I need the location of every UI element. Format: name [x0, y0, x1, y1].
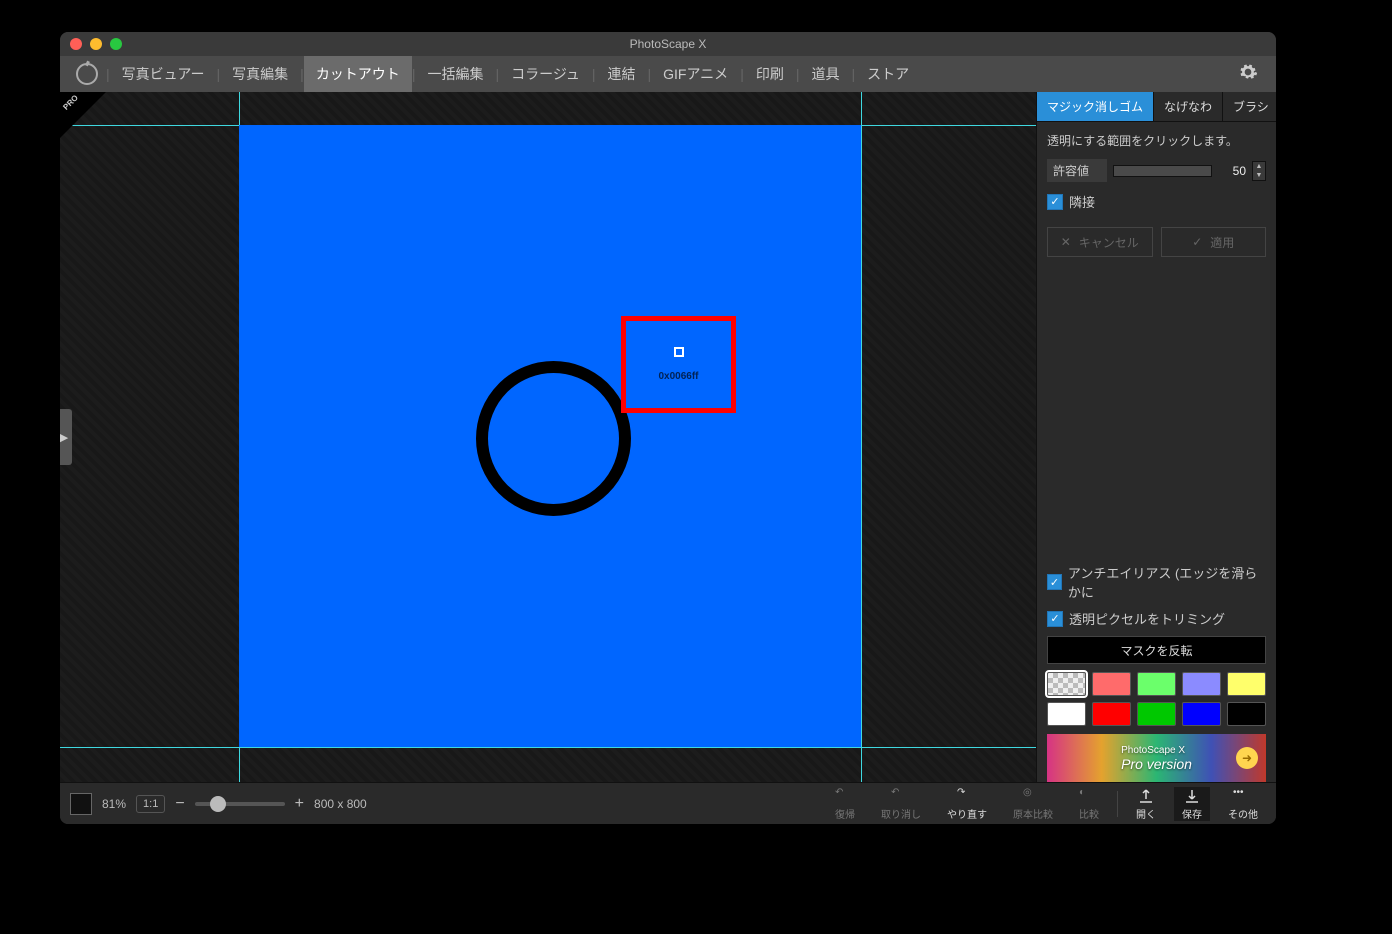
tab-collage[interactable]: コラージュ [499, 56, 592, 92]
swatch-yellow[interactable] [1227, 672, 1266, 696]
undo-button[interactable]: ↶取り消し [873, 787, 929, 821]
zoom-in-button[interactable]: + [295, 795, 304, 813]
apply-button[interactable]: ✓ 適用 [1161, 227, 1267, 257]
tab-editor[interactable]: 写真編集 [220, 56, 300, 92]
zoom-slider[interactable] [195, 802, 285, 806]
open-button[interactable]: 開く [1128, 787, 1164, 821]
zoom-percentage: 81% [102, 797, 126, 811]
antialias-label: アンチエイリアス (エッジを滑らかに [1068, 563, 1266, 601]
download-icon [1182, 787, 1202, 805]
tooltab-brush[interactable]: ブラシ [1223, 92, 1276, 121]
bottom-bar: 81% 1:1 − + 800 x 800 ↶復帰 ↶取り消し ↷やり直す ◎原… [60, 782, 1276, 824]
adjacent-row[interactable]: ✓ 隣接 [1047, 192, 1266, 211]
save-button[interactable]: 保存 [1174, 787, 1210, 821]
compare-original-button[interactable]: ◎原本比較 [1005, 787, 1061, 821]
bg-preview-icon[interactable] [70, 793, 92, 815]
tab-gif[interactable]: GIFアニメ [651, 56, 740, 92]
swatch-white[interactable] [1047, 702, 1086, 726]
app-logo-icon[interactable] [76, 63, 98, 85]
tab-tools[interactable]: 道具 [799, 56, 851, 92]
trim-label: 透明ピクセルをトリミング [1069, 609, 1225, 628]
tab-viewer[interactable]: 写真ビュアー [110, 56, 217, 92]
tolerance-stepper[interactable]: ▲▼ [1252, 161, 1266, 181]
window-title: PhotoScape X [630, 37, 707, 51]
invert-mask-button[interactable]: マスクを反転 [1047, 636, 1266, 664]
adjacent-label: 隣接 [1069, 192, 1095, 211]
color-picker-preview: 0x0066ff [621, 316, 736, 413]
upload-icon [1136, 787, 1156, 805]
tooltab-lasso[interactable]: なげなわ [1154, 92, 1223, 121]
trim-row[interactable]: ✓ 透明ピクセルをトリミング [1047, 609, 1266, 628]
swatch-lightgreen[interactable] [1137, 672, 1176, 696]
image-dimensions: 800 x 800 [314, 797, 367, 811]
titlebar: PhotoScape X [60, 32, 1276, 56]
tab-print[interactable]: 印刷 [744, 56, 796, 92]
picker-color-code: 0x0066ff [658, 371, 698, 382]
tooltab-magic-eraser[interactable]: マジック消しゴム [1037, 92, 1154, 121]
right-panel: マジック消しゴム なげなわ ブラシ 透明にする範囲をクリックします。 許容値 5… [1036, 92, 1276, 782]
sidebar-expand-button[interactable]: ▶ [60, 409, 72, 465]
swatch-red[interactable] [1092, 702, 1131, 726]
tool-tabs: マジック消しゴム なげなわ ブラシ [1037, 92, 1276, 122]
canvas-image[interactable]: 0x0066ff [239, 125, 861, 747]
zoom-11-button[interactable]: 1:1 [136, 795, 165, 813]
swatch-green[interactable] [1137, 702, 1176, 726]
swatch-blue[interactable] [1182, 702, 1221, 726]
gear-icon [1238, 62, 1258, 82]
cancel-button[interactable]: ✕ キャンセル [1047, 227, 1153, 257]
swatch-transparent[interactable] [1047, 672, 1086, 696]
tolerance-slider[interactable] [1113, 165, 1212, 177]
settings-button[interactable] [1228, 62, 1268, 87]
tab-store[interactable]: ストア [855, 56, 921, 92]
swatch-pink[interactable] [1092, 672, 1131, 696]
swatch-lightblue[interactable] [1182, 672, 1221, 696]
trim-checkbox[interactable]: ✓ [1047, 611, 1063, 627]
guide-vertical-right [861, 92, 862, 782]
window-controls [60, 38, 122, 50]
adjacent-checkbox[interactable]: ✓ [1047, 194, 1063, 210]
guide-horizontal-bottom [60, 747, 1036, 748]
tool-hint: 透明にする範囲をクリックします。 [1047, 132, 1266, 149]
restore-button[interactable]: ↶復帰 [827, 787, 863, 821]
tolerance-label: 許容値 [1047, 159, 1107, 182]
pro-promo-banner[interactable]: PhotoScape X Pro version ➜ [1047, 734, 1266, 782]
content-area: PRO ▶ 0x0066ff マジック消しゴム なげなわ ブラシ 透明にする範囲 [60, 92, 1276, 782]
zoom-out-button[interactable]: − [175, 795, 184, 813]
tolerance-value: 50 [1218, 164, 1246, 178]
compare-button[interactable]: ◐比較 [1071, 787, 1107, 821]
tab-batch[interactable]: 一括編集 [415, 56, 495, 92]
more-icon: ••• [1233, 787, 1253, 805]
antialias-checkbox[interactable]: ✓ [1047, 574, 1062, 590]
main-tabbar: |写真ビュアー |写真編集 |カットアウト |一括編集 |コラージュ |連結 |… [60, 56, 1276, 92]
background-swatches [1047, 672, 1266, 726]
drawn-circle [476, 361, 631, 516]
tolerance-row: 許容値 50 ▲▼ [1047, 159, 1266, 182]
antialias-row[interactable]: ✓ アンチエイリアス (エッジを滑らかに [1047, 563, 1266, 601]
canvas-area[interactable]: PRO ▶ 0x0066ff [60, 92, 1036, 782]
tab-cutout[interactable]: カットアウト [304, 56, 412, 92]
pro-badge: PRO [60, 92, 106, 138]
maximize-icon[interactable] [110, 38, 122, 50]
picker-target-icon [674, 347, 684, 357]
minimize-icon[interactable] [90, 38, 102, 50]
more-button[interactable]: •••その他 [1220, 787, 1266, 821]
swatch-black[interactable] [1227, 702, 1266, 726]
tab-combine[interactable]: 連結 [595, 56, 647, 92]
redo-button[interactable]: ↷やり直す [939, 787, 995, 821]
promo-arrow-icon: ➜ [1236, 747, 1258, 769]
promo-text: PhotoScape X Pro version [1121, 745, 1192, 772]
app-window: PhotoScape X |写真ビュアー |写真編集 |カットアウト |一括編集… [60, 32, 1276, 824]
close-icon[interactable] [70, 38, 82, 50]
